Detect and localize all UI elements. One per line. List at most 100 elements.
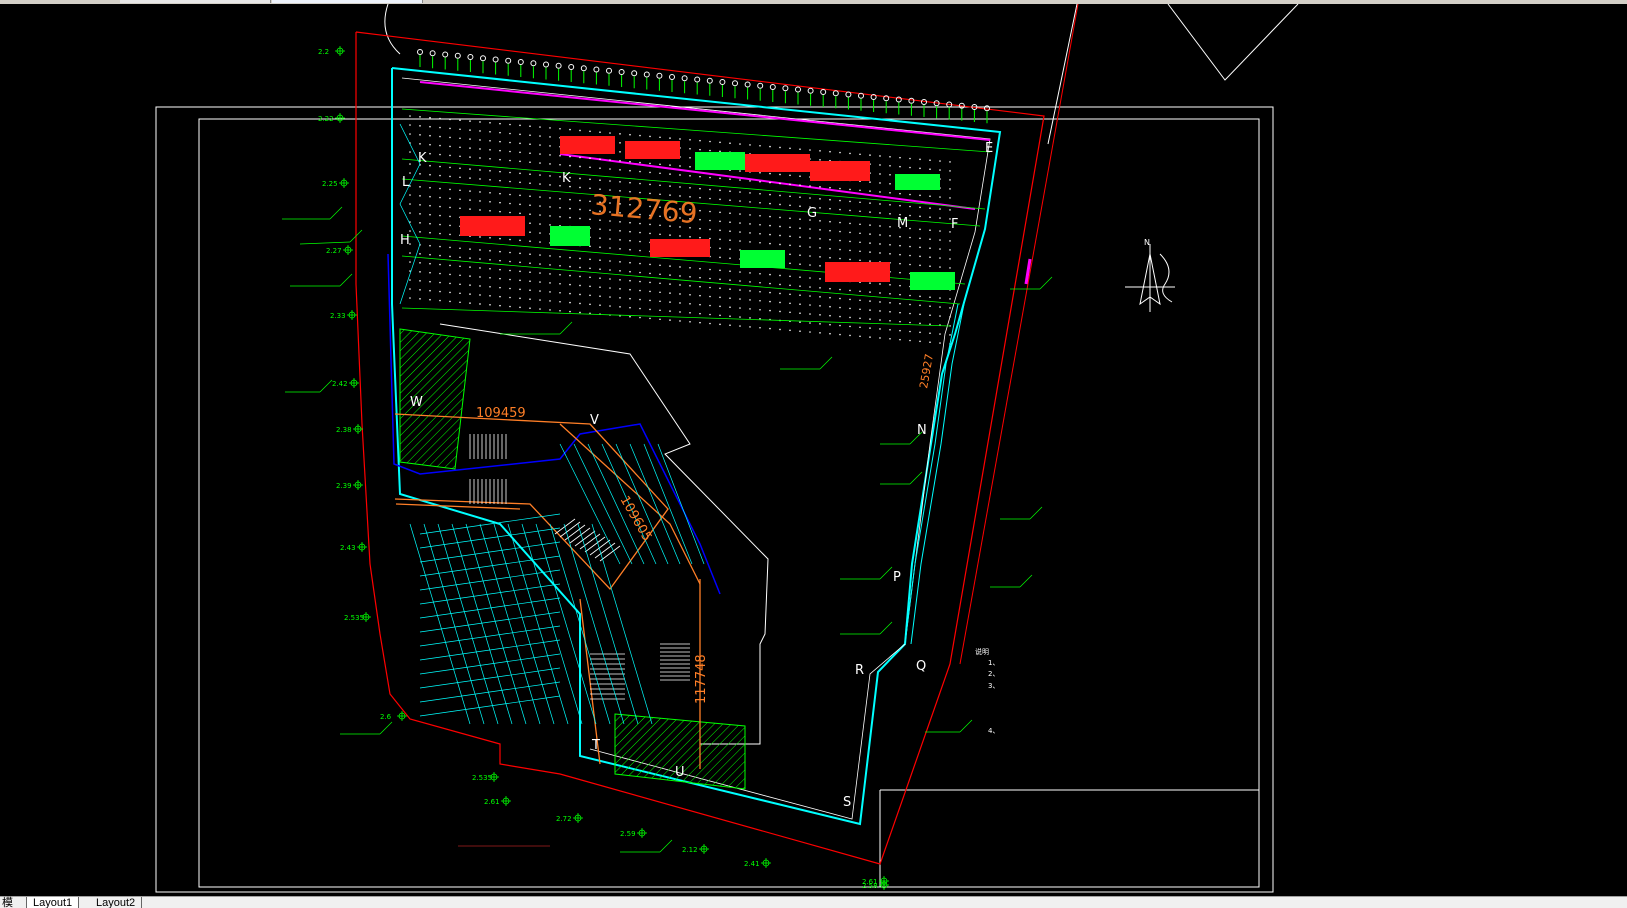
parking-dot <box>789 253 791 256</box>
parking-dot <box>739 170 741 172</box>
annotation-leader <box>379 721 393 735</box>
parking-dot <box>469 302 471 304</box>
parking-dot <box>469 147 471 149</box>
parking-dot <box>699 276 701 279</box>
parking-dot <box>619 279 621 281</box>
parking-dot <box>549 163 551 165</box>
road-line-top <box>1047 4 1078 145</box>
parking-dot <box>499 158 501 161</box>
parking-dot <box>759 299 761 302</box>
parking-dot <box>429 195 431 198</box>
zone-letter: R <box>855 663 864 678</box>
parking-dot <box>469 156 471 158</box>
parking-dot <box>449 118 451 121</box>
parking-dot <box>819 314 821 316</box>
parking-dot <box>649 317 651 320</box>
parking-dot <box>609 260 611 262</box>
parking-dot <box>859 232 861 235</box>
parking-dot <box>489 277 491 279</box>
parking-dot <box>529 182 531 184</box>
parking-dot <box>729 279 731 282</box>
parking-dot <box>549 206 551 208</box>
parking-dot <box>899 329 901 332</box>
parking-dot <box>799 245 801 247</box>
parking-dot <box>709 210 711 213</box>
parking-dot <box>579 208 581 211</box>
parking-dot <box>949 240 951 242</box>
parking-dot <box>689 175 691 177</box>
parking-dot <box>909 214 911 217</box>
parking-dot <box>549 264 551 266</box>
parking-dot <box>679 275 681 277</box>
parking-dot <box>939 248 941 250</box>
parking-dot <box>449 206 451 209</box>
parking-dot <box>849 249 851 252</box>
parking-dot <box>519 194 521 197</box>
parking-dot <box>439 281 441 284</box>
parking-dot <box>849 188 851 191</box>
parking-dot <box>929 238 931 240</box>
parking-dot <box>779 328 781 331</box>
parking-dot <box>739 280 741 282</box>
annotation-leader <box>329 206 343 220</box>
parking-dot <box>949 161 951 163</box>
tree-symbol <box>555 62 562 69</box>
parking-dot <box>739 325 741 327</box>
parking-dot <box>589 157 591 160</box>
document-tab-1[interactable] <box>120 0 271 3</box>
parking-dot <box>519 261 521 264</box>
parking-dot <box>699 267 701 270</box>
parking-dot <box>869 260 871 262</box>
parking-dot <box>729 306 731 309</box>
parking-dot <box>829 305 831 308</box>
parking-dot <box>709 304 711 307</box>
parking-dot <box>569 301 571 304</box>
tab-layout2[interactable]: Layout2 <box>90 897 143 908</box>
parking-dot <box>449 145 451 148</box>
parking-dot <box>689 312 691 314</box>
parking-dot <box>409 115 411 117</box>
parking-dot <box>419 204 421 206</box>
parking-dot <box>909 193 911 196</box>
parking-dot <box>459 274 461 277</box>
parking-dot <box>719 229 721 232</box>
parking-dot <box>789 293 791 296</box>
tab-model[interactable]: 模 <box>0 897 15 908</box>
stair-step <box>574 530 596 547</box>
parking-dot <box>469 190 471 192</box>
drawing-canvas[interactable]: 312769 109459 109605 117748 25927 KKLHGM… <box>0 4 1627 896</box>
parking-dot <box>719 141 721 144</box>
parking-dot <box>479 276 481 278</box>
parking-dot <box>829 332 831 335</box>
parking-dot <box>409 261 411 263</box>
parking-dot <box>539 272 541 274</box>
parking-dot <box>559 291 561 294</box>
parking-dot <box>919 158 921 161</box>
parking-dot <box>539 205 541 207</box>
parking-dot <box>739 143 741 145</box>
tab-layout1[interactable]: Layout1 <box>26 897 80 908</box>
elevation-label: 2.12 <box>682 846 698 854</box>
stair-step <box>584 536 606 553</box>
elevation-label: 2.535 <box>344 614 364 622</box>
parking-dot <box>699 312 701 315</box>
parking-dot <box>819 229 821 231</box>
parking-dot <box>659 273 661 276</box>
parking-dot <box>429 253 431 256</box>
parking-dot <box>879 301 881 303</box>
parking-dot <box>489 149 491 151</box>
zone-letter: K <box>562 171 571 186</box>
document-tab-2[interactable] <box>272 0 423 3</box>
parking-dot <box>619 151 621 153</box>
parking-dot <box>509 211 511 214</box>
parking-dot <box>539 153 541 155</box>
parking-dot <box>699 218 701 221</box>
notes-block: 说明 1、 2、 3、 4、 <box>975 647 999 735</box>
parking-dot <box>649 272 651 275</box>
parking-dot <box>769 181 771 184</box>
parking-dot <box>609 287 611 289</box>
parking-dot <box>779 283 781 286</box>
parking-dot <box>809 197 811 199</box>
parking-dot <box>529 280 531 283</box>
parking-dot <box>479 200 481 202</box>
